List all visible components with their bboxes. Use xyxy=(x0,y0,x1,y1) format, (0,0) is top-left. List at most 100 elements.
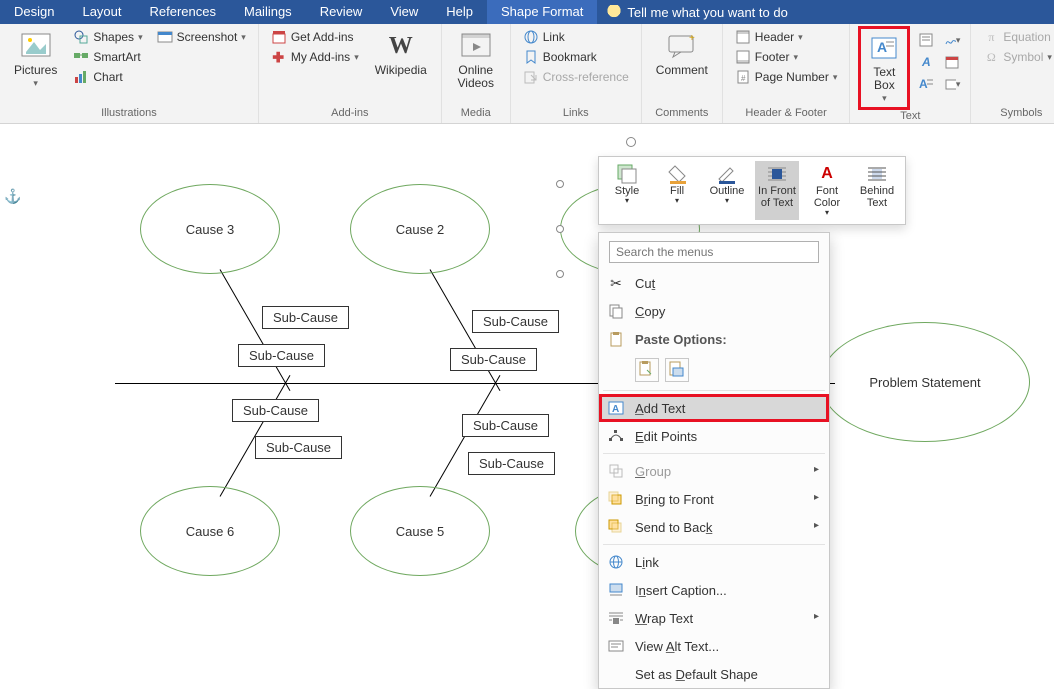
subcause-box[interactable]: Sub-Cause xyxy=(462,414,549,437)
wordart-icon[interactable]: A xyxy=(918,54,934,70)
video-icon xyxy=(460,30,492,62)
subcause-box[interactable]: Sub-Cause xyxy=(262,306,349,329)
caption-icon xyxy=(607,581,625,599)
mini-behind-button[interactable]: Behind Text xyxy=(855,161,899,220)
problem-statement-ellipse[interactable]: Problem Statement xyxy=(820,322,1030,442)
mini-style-button[interactable]: Style▾ xyxy=(605,161,649,220)
symbol-button[interactable]: Ω Symbol xyxy=(981,48,1054,66)
footer-button[interactable]: Footer xyxy=(733,48,840,66)
subcause-box[interactable]: Sub-Cause xyxy=(468,452,555,475)
wikipedia-button[interactable]: W Wikipedia xyxy=(371,28,431,79)
ctx-wrap-text[interactable]: Wrap Text xyxy=(599,604,829,632)
object-icon[interactable] xyxy=(944,76,960,92)
group-label-headerfooter: Header & Footer xyxy=(733,105,840,123)
subcause-box[interactable]: Sub-Cause xyxy=(472,310,559,333)
ctx-add-text[interactable]: A Add Text xyxy=(599,394,829,422)
svg-text:A: A xyxy=(919,77,928,91)
link-icon xyxy=(523,29,539,45)
paste-keep-formatting-icon[interactable] xyxy=(635,358,659,382)
ctx-copy[interactable]: Copy xyxy=(599,297,829,325)
group-icon xyxy=(607,462,625,480)
tab-review[interactable]: Review xyxy=(306,0,377,24)
ctx-insert-caption[interactable]: Insert Caption... xyxy=(599,576,829,604)
hyperlink-icon xyxy=(607,553,625,571)
ctx-set-default-shape[interactable]: Set as Default Shape xyxy=(599,660,829,688)
dropcap-icon[interactable]: A xyxy=(918,76,934,92)
pictures-icon xyxy=(20,30,52,62)
quickparts-icon[interactable] xyxy=(918,32,934,48)
tab-design[interactable]: Design xyxy=(0,0,68,24)
subcause-box[interactable]: Sub-Cause xyxy=(238,344,325,367)
wikipedia-icon: W xyxy=(385,30,417,62)
ctx-edit-points[interactable]: Edit Points xyxy=(599,422,829,450)
selection-handle[interactable] xyxy=(556,225,564,233)
mini-fontcolor-button[interactable]: A Font Color▾ xyxy=(805,161,849,220)
textbox-button[interactable]: A Text Box ▾ xyxy=(860,28,908,108)
group-label-links: Links xyxy=(521,105,631,123)
ctx-link[interactable]: Link xyxy=(599,548,829,576)
ctx-send-to-back[interactable]: Send to Back xyxy=(599,513,829,541)
crossref-button[interactable]: Cross-reference xyxy=(521,68,631,86)
group-label-media: Media xyxy=(452,105,500,123)
signature-icon[interactable] xyxy=(944,32,960,48)
selection-handle[interactable] xyxy=(556,180,564,188)
ctx-paste-options: Paste Options: xyxy=(599,325,829,353)
symbol-icon: Ω xyxy=(983,49,999,65)
document-canvas[interactable]: ⚓ Cause 3 Cause 2 Cause 6 Cause 5 Proble… xyxy=(0,124,1054,617)
selection-handle[interactable] xyxy=(626,137,636,147)
mini-outline-button[interactable]: Outline▾ xyxy=(705,161,749,220)
ctx-paste-buttons xyxy=(599,353,829,387)
subcause-box[interactable]: Sub-Cause xyxy=(450,348,537,371)
cause-ellipse[interactable]: Cause 2 xyxy=(350,184,490,274)
smartart-icon xyxy=(73,49,89,65)
tell-me-label: Tell me what you want to do xyxy=(627,5,787,20)
get-addins-button[interactable]: Get Add-ins xyxy=(269,28,361,46)
equation-button[interactable]: π Equation xyxy=(981,28,1054,46)
svg-text:A: A xyxy=(877,39,887,55)
addins-icon xyxy=(271,49,287,65)
datetime-icon[interactable] xyxy=(944,54,960,70)
cause-ellipse[interactable]: Cause 5 xyxy=(350,486,490,576)
group-headerfooter: Header Footer # Page Number Header & Foo… xyxy=(723,24,851,123)
comment-button[interactable]: + Comment xyxy=(652,28,712,79)
behind-icon xyxy=(866,163,888,185)
chart-icon xyxy=(73,69,89,85)
cause-ellipse[interactable]: Cause 3 xyxy=(140,184,280,274)
shapes-button[interactable]: Shapes xyxy=(71,28,144,46)
mini-infront-button[interactable]: In Front of Text xyxy=(755,161,799,220)
ctx-view-alt-text[interactable]: View Alt Text... xyxy=(599,632,829,660)
header-button[interactable]: Header xyxy=(733,28,840,46)
menu-search[interactable] xyxy=(609,241,819,263)
bookmark-button[interactable]: Bookmark xyxy=(521,48,631,66)
link-button[interactable]: Link xyxy=(521,28,631,46)
separator xyxy=(603,453,825,454)
tab-mailings[interactable]: Mailings xyxy=(230,0,306,24)
pictures-button[interactable]: Pictures ▾ xyxy=(10,28,61,91)
ribbon-tabbar: Design Layout References Mailings Review… xyxy=(0,0,1054,24)
ctx-cut[interactable]: ✂ Cut xyxy=(599,269,829,297)
subcause-box[interactable]: Sub-Cause xyxy=(232,399,319,422)
paste-picture-icon[interactable] xyxy=(665,358,689,382)
chart-button[interactable]: Chart xyxy=(71,68,144,86)
subcause-box[interactable]: Sub-Cause xyxy=(255,436,342,459)
group-illustrations: Pictures ▾ Shapes SmartArt Chart xyxy=(0,24,259,123)
tell-me-search[interactable]: Tell me what you want to do xyxy=(597,0,797,24)
tab-shape-format[interactable]: Shape Format xyxy=(487,0,597,24)
crossref-icon xyxy=(523,69,539,85)
ctx-bring-to-front[interactable]: Bring to Front xyxy=(599,485,829,513)
copy-icon xyxy=(607,302,625,320)
my-addins-button[interactable]: My Add-ins xyxy=(269,48,361,66)
pagenumber-button[interactable]: # Page Number xyxy=(733,68,840,86)
group-links: Link Bookmark Cross-reference Links xyxy=(511,24,642,123)
mini-fill-button[interactable]: Fill▾ xyxy=(655,161,699,220)
tab-layout[interactable]: Layout xyxy=(68,0,135,24)
online-videos-button[interactable]: Online Videos xyxy=(452,28,500,92)
tab-view[interactable]: View xyxy=(376,0,432,24)
selection-handle[interactable] xyxy=(556,270,564,278)
tab-help[interactable]: Help xyxy=(432,0,487,24)
cause-ellipse[interactable]: Cause 6 xyxy=(140,486,280,576)
tab-references[interactable]: References xyxy=(136,0,230,24)
menu-search-input[interactable] xyxy=(609,241,819,263)
smartart-button[interactable]: SmartArt xyxy=(71,48,144,66)
screenshot-button[interactable]: Screenshot xyxy=(155,28,248,46)
